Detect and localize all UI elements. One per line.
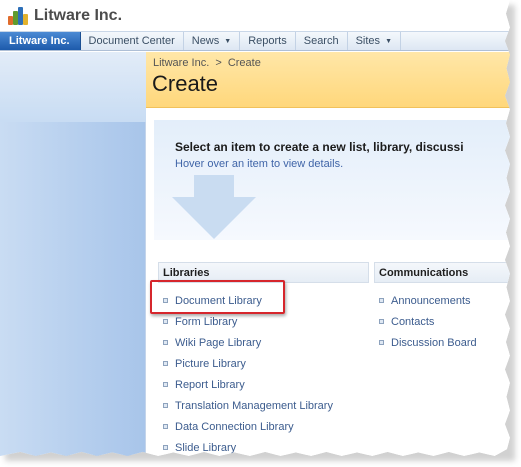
nav-tab-label: Reports bbox=[248, 35, 287, 47]
bullet-icon bbox=[163, 403, 168, 408]
breadcrumb-root-link[interactable]: Litware Inc. bbox=[153, 57, 209, 69]
breadcrumb: Litware Inc. > Create bbox=[153, 57, 261, 69]
nav-tab-document-center[interactable]: Document Center bbox=[81, 32, 184, 50]
create-item-translation-management-library[interactable]: Translation Management Library bbox=[163, 395, 333, 416]
bullet-icon bbox=[163, 445, 168, 450]
intro-heading: Select an item to create a new list, lib… bbox=[175, 140, 464, 154]
create-item-label: Picture Library bbox=[175, 357, 246, 370]
create-item-slide-library[interactable]: Slide Library bbox=[163, 437, 333, 456]
nav-tab-label: Litware Inc. bbox=[9, 35, 70, 47]
site-title[interactable]: Litware Inc. bbox=[34, 7, 122, 25]
nav-tab-sites[interactable]: Sites ▼ bbox=[348, 32, 401, 50]
page-title-area: Litware Inc. > Create Create bbox=[146, 52, 510, 108]
bullet-icon bbox=[379, 319, 384, 324]
create-item-label: Form Library bbox=[175, 315, 238, 328]
down-arrow-icon bbox=[172, 175, 256, 239]
libraries-list: Document Library Form Library Wiki Page … bbox=[163, 290, 333, 456]
group-header-communications: Communications bbox=[374, 262, 510, 283]
nav-tab-search[interactable]: Search bbox=[296, 32, 348, 50]
communications-list: Announcements Contacts Discussion Board bbox=[379, 290, 477, 353]
create-item-label: Discussion Board bbox=[391, 336, 477, 349]
left-navigation-panel bbox=[0, 52, 146, 456]
breadcrumb-separator: > bbox=[215, 57, 222, 69]
create-item-label: Translation Management Library bbox=[175, 399, 333, 412]
nav-tab-news[interactable]: News ▼ bbox=[184, 32, 241, 50]
nav-tab-label: Search bbox=[303, 35, 339, 47]
create-item-announcements[interactable]: Announcements bbox=[379, 290, 477, 311]
create-item-label: Slide Library bbox=[175, 441, 237, 454]
create-item-form-library[interactable]: Form Library bbox=[163, 311, 333, 332]
bullet-icon bbox=[163, 424, 168, 429]
create-item-discussion-board[interactable]: Discussion Board bbox=[379, 332, 477, 353]
nav-tab-home[interactable]: Litware Inc. bbox=[0, 32, 81, 50]
nav-tab-reports[interactable]: Reports bbox=[240, 32, 296, 50]
create-item-contacts[interactable]: Contacts bbox=[379, 311, 477, 332]
highlight-callout-box bbox=[150, 280, 285, 314]
nav-tab-label: Document Center bbox=[88, 35, 175, 47]
main-content: Select an item to create a new list, lib… bbox=[146, 108, 510, 456]
create-item-picture-library[interactable]: Picture Library bbox=[163, 353, 333, 374]
nav-tab-label: News bbox=[191, 35, 220, 47]
intro-panel: Select an item to create a new list, lib… bbox=[154, 120, 510, 240]
create-item-wiki-page-library[interactable]: Wiki Page Library bbox=[163, 332, 333, 353]
bullet-icon bbox=[163, 361, 168, 366]
chevron-down-icon[interactable]: ▼ bbox=[385, 38, 392, 45]
create-item-label: Contacts bbox=[391, 315, 435, 328]
bullet-icon bbox=[379, 340, 384, 345]
create-item-label: Announcements bbox=[391, 294, 471, 307]
intro-hint: Hover over an item to view details. bbox=[175, 158, 344, 170]
breadcrumb-current: Create bbox=[227, 57, 261, 69]
create-item-data-connection-library[interactable]: Data Connection Library bbox=[163, 416, 333, 437]
left-panel-band bbox=[0, 52, 146, 122]
bullet-icon bbox=[163, 319, 168, 324]
bullet-icon bbox=[163, 340, 168, 345]
screenshot-frame: Litware Inc. Litware Inc. Document Cente… bbox=[0, 0, 510, 456]
site-header: Litware Inc. bbox=[0, 0, 510, 31]
bullet-icon bbox=[379, 298, 384, 303]
create-item-label: Data Connection Library bbox=[175, 420, 294, 433]
create-item-report-library[interactable]: Report Library bbox=[163, 374, 333, 395]
top-navigation: Litware Inc. Document Center News ▼ Repo… bbox=[0, 31, 510, 51]
create-item-label: Wiki Page Library bbox=[175, 336, 262, 349]
bullet-icon bbox=[163, 382, 168, 387]
chevron-down-icon[interactable]: ▼ bbox=[224, 38, 231, 45]
page-title: Create bbox=[152, 71, 219, 96]
litware-logo-icon[interactable] bbox=[8, 6, 28, 25]
nav-tab-label: Sites bbox=[355, 35, 381, 47]
create-item-label: Report Library bbox=[175, 378, 245, 391]
